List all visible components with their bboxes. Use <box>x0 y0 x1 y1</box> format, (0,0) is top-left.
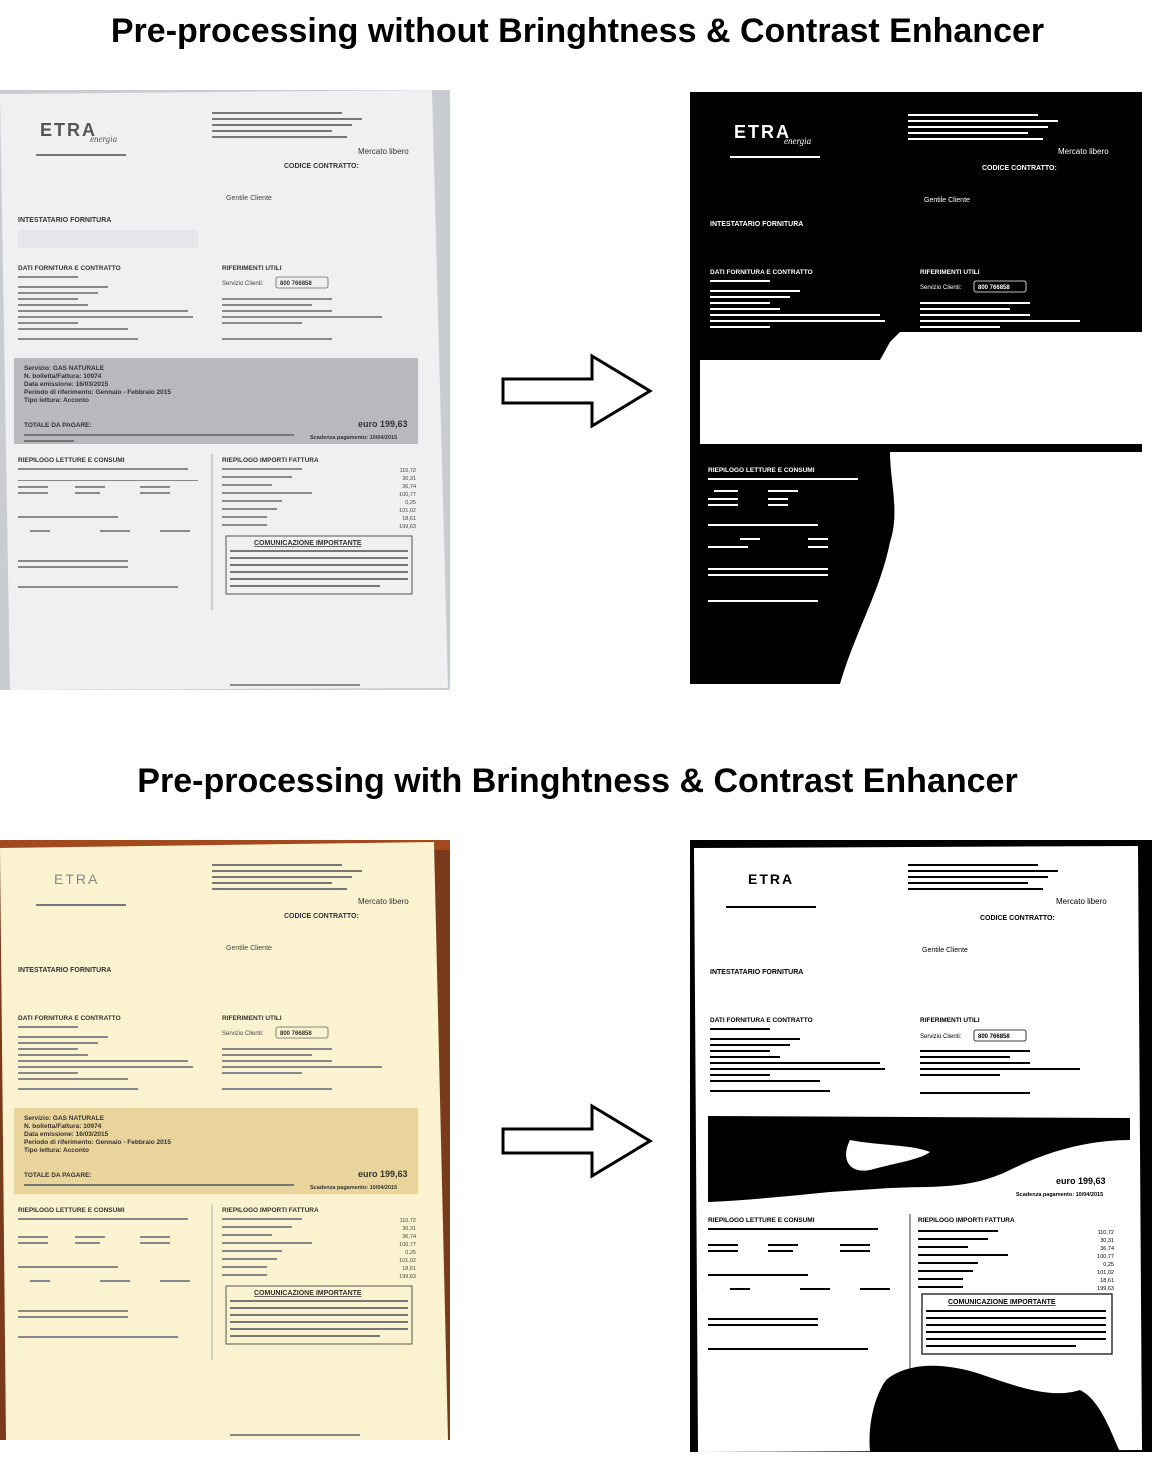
amount-value: 18,61 <box>402 1266 416 1272</box>
service-label: Servizio Clienti: <box>222 281 264 287</box>
etra-logo: ETRA <box>748 871 794 887</box>
heading-without-enhancer: Pre-processing without Bringhtness & Con… <box>110 12 1045 50</box>
readings-section-title: RIEPILOGO LETTURE E CONSUMI <box>708 467 815 474</box>
amounts-section-title: RIEPILOGO IMPORTI FATTURA <box>918 1217 1015 1224</box>
supply-section-title: DATI FORNITURA E CONTRATTO <box>18 1015 121 1022</box>
amount-value: 30,31 <box>402 1226 416 1232</box>
reading-type: Tipo lettura: Acconto <box>24 397 89 404</box>
total-value: euro 199,63 <box>358 1169 408 1179</box>
phone-number: 800 766858 <box>978 285 1010 291</box>
amount-value: 199,63 <box>399 524 416 530</box>
due-date: Scadenza pagamento: 10/04/2015 <box>310 435 397 441</box>
contract-code-label: CODICE CONTRATTO: <box>284 163 359 170</box>
amounts-section-title: RIEPILOGO IMPORTI FATTURA <box>222 457 319 464</box>
billing-period: Periodo di riferimento: Gennaio - Febbra… <box>24 389 171 396</box>
contract-code-label: CODICE CONTRATTO: <box>284 913 359 920</box>
readings-section-title: RIEPILOGO LETTURE E CONSUMI <box>18 1207 125 1214</box>
reading-type: Tipo lettura: Acconto <box>24 1147 89 1154</box>
phone-number: 800 766858 <box>280 281 312 287</box>
invoice-number: N. bolletta/Fattura: 10974 <box>24 373 102 380</box>
amount-value: 36,74 <box>402 1234 416 1240</box>
due-date: Scadenza pagamento: 10/04/2015 <box>310 1185 397 1191</box>
amount-value: 100,77 <box>399 492 416 498</box>
references-title: RIFERIMENTI UTILI <box>920 269 980 276</box>
amount-value: 101,02 <box>399 508 416 514</box>
amount-value: 101,02 <box>1097 1270 1114 1276</box>
due-date: Scadenza pagamento: 10/04/2015 <box>1016 1192 1103 1198</box>
amount-value: 110,72 <box>1098 1230 1114 1236</box>
original-photo-with-enhancer: ETRA Mercato libero CODICE CONTRATTO: Ge… <box>0 840 450 1440</box>
contract-code-label: CODICE CONTRATTO: <box>982 165 1057 172</box>
holder-label: INTESTATARIO FORNITURA <box>710 969 803 976</box>
amounts-section-title: RIEPILOGO IMPORTI FATTURA <box>222 1207 319 1214</box>
readings-section-title: RIEPILOGO LETTURE E CONSUMI <box>18 457 125 464</box>
service-label: Servizio Clienti: <box>920 285 962 291</box>
market-label: Mercato libero <box>358 897 409 906</box>
holder-label: INTESTATARIO FORNITURA <box>710 221 803 228</box>
amount-value: 100,77 <box>1097 1254 1114 1260</box>
contract-code-label: CODICE CONTRATTO: <box>980 915 1055 922</box>
service-type: Servizio: GAS NATURALE <box>24 365 105 372</box>
invoice-number: N. bolletta/Fattura: 10974 <box>24 1123 102 1130</box>
issue-date: Data emissione: 16/03/2015 <box>24 1131 109 1138</box>
issue-date: Data emissione: 16/03/2015 <box>24 381 109 388</box>
notice-title: COMUNICAZIONE IMPORTANTE <box>254 1290 362 1297</box>
greeting-text: Gentile Cliente <box>922 947 968 954</box>
billing-period: Periodo di riferimento: Gennaio - Febbra… <box>24 1139 171 1146</box>
total-value: euro 199,63 <box>358 419 408 429</box>
amount-value: 30,31 <box>402 476 416 482</box>
references-title: RIFERIMENTI UTILI <box>222 1015 282 1022</box>
greeting-text: Gentile Cliente <box>226 195 272 202</box>
amount-value: 0,25 <box>405 500 416 506</box>
references-title: RIFERIMENTI UTILI <box>920 1017 980 1024</box>
notice-title: COMUNICAZIONE IMPORTANTE <box>254 540 362 547</box>
amount-value: 18,61 <box>402 516 416 522</box>
service-type: Servizio: GAS NATURALE <box>24 1115 105 1122</box>
amount-value: 0,25 <box>405 1250 416 1256</box>
heading-with-enhancer: Pre-processing with Bringhtness & Contra… <box>137 762 1018 800</box>
holder-label: INTESTATARIO FORNITURA <box>18 967 111 974</box>
market-label: Mercato libero <box>1058 147 1109 156</box>
amount-value: 199,63 <box>1097 1286 1114 1292</box>
amount-value: 18,61 <box>1100 1278 1114 1284</box>
readings-section-title: RIEPILOGO LETTURE E CONSUMI <box>708 1217 815 1224</box>
supply-section-title: DATI FORNITURA E CONTRATTO <box>710 269 813 276</box>
total-value: euro 199,63 <box>1056 1176 1106 1186</box>
binarized-result-with-enhancer: ETRA Mercato libero CODICE CONTRATTO: Ge… <box>690 840 1152 1452</box>
amount-value: 100,77 <box>399 1242 416 1248</box>
amount-value: 110,72 <box>400 468 416 474</box>
binarized-result-without-enhancer: ETRA energia Mercato libero CODICE CONTR… <box>690 92 1142 684</box>
phone-number: 800 766858 <box>280 1031 312 1037</box>
total-label: TOTALE DA PAGARE: <box>24 422 92 429</box>
holder-label: INTESTATARIO FORNITURA <box>18 217 111 224</box>
amount-value: 110,72 <box>400 1218 416 1224</box>
amount-value: 30,31 <box>1100 1238 1114 1244</box>
amount-value: 36,74 <box>1100 1246 1114 1252</box>
total-label: TOTALE DA PAGARE: <box>24 1172 92 1179</box>
etra-logo: ETRA <box>734 122 791 142</box>
etra-logo-sub: energia <box>784 136 812 146</box>
etra-logo: ETRA <box>40 120 97 140</box>
amount-value: 36,74 <box>402 484 416 490</box>
supply-section-title: DATI FORNITURA E CONTRATTO <box>18 265 121 272</box>
arrow-right-icon <box>501 353 653 429</box>
service-label: Servizio Clienti: <box>222 1031 264 1037</box>
service-label: Servizio Clienti: <box>920 1034 962 1040</box>
amount-value: 0,25 <box>1103 1262 1114 1268</box>
amount-value: 101,02 <box>399 1258 416 1264</box>
market-label: Mercato libero <box>1056 897 1107 906</box>
supply-section-title: DATI FORNITURA E CONTRATTO <box>710 1017 813 1024</box>
amount-value: 199,63 <box>399 1274 416 1280</box>
etra-logo-sub: energia <box>90 134 118 144</box>
phone-number: 800 766858 <box>978 1034 1010 1040</box>
greeting-text: Gentile Cliente <box>226 945 272 952</box>
notice-title: COMUNICAZIONE IMPORTANTE <box>948 1299 1056 1306</box>
references-title: RIFERIMENTI UTILI <box>222 265 282 272</box>
greeting-text: Gentile Cliente <box>924 197 970 204</box>
arrow-right-icon <box>501 1103 653 1179</box>
market-label: Mercato libero <box>358 147 409 156</box>
etra-logo: ETRA <box>54 871 99 887</box>
original-photo-without-enhancer: ETRA energia Mercato libero CODICE CONTR… <box>0 90 450 690</box>
